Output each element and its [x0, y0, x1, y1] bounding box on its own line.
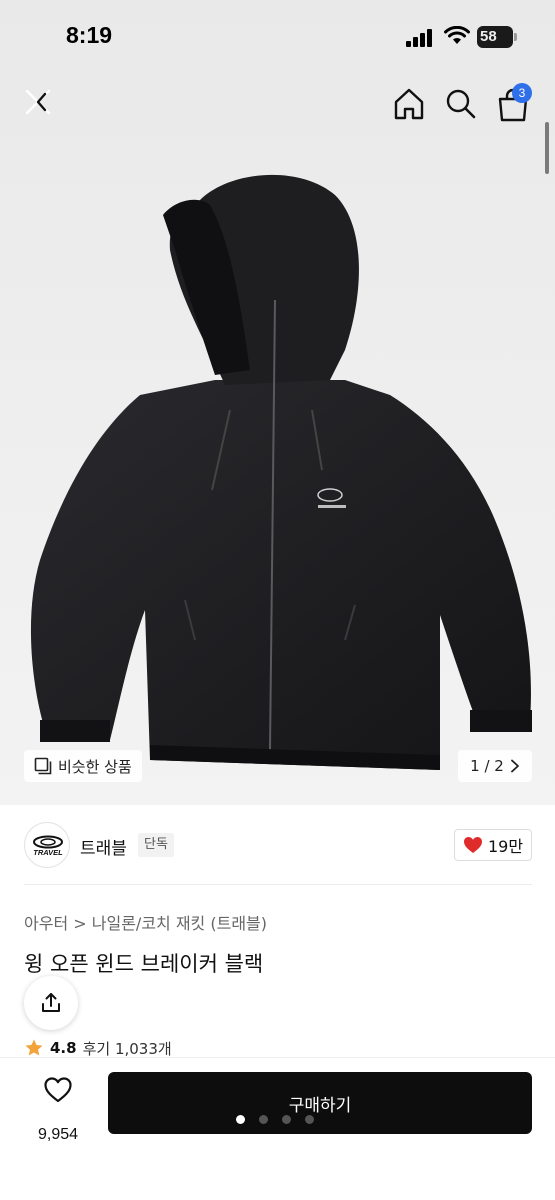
similar-products-label: 비슷한 상품 — [58, 757, 132, 776]
image-page-counter[interactable]: 1 / 2 — [458, 750, 532, 782]
status-bar: 8:19 58 — [0, 0, 555, 75]
breadcrumb-separator-icon: > — [73, 914, 92, 933]
brand-name[interactable]: 트래블 — [80, 834, 127, 859]
close-icon — [25, 89, 51, 115]
divider — [24, 884, 532, 885]
similar-products-button[interactable]: 비슷한 상품 — [24, 750, 142, 782]
share-icon — [42, 993, 60, 1012]
carousel-dot — [259, 1115, 268, 1124]
carousel-dots — [236, 1115, 314, 1124]
status-time: 8:19 — [66, 22, 113, 48]
heart-outline-icon — [44, 1077, 72, 1103]
gallery-icon — [34, 757, 52, 775]
home-icon — [394, 88, 424, 120]
heart-icon — [463, 837, 482, 853]
carousel-dot — [282, 1115, 291, 1124]
breadcrumb-item[interactable]: 아우터 — [24, 914, 68, 933]
brand-like-count: 19만 — [487, 837, 524, 856]
battery-level: 58 — [480, 28, 497, 45]
bottom-action-bar: 9,954 구매하기 — [0, 1057, 555, 1200]
cart-button[interactable]: 3 — [493, 83, 533, 125]
exclusive-tag: 단독 — [138, 833, 174, 857]
battery-indicator: 58 — [477, 26, 517, 48]
carousel-dot — [236, 1115, 245, 1124]
wishlist-count: 9,954 — [37, 1126, 79, 1143]
close-button[interactable] — [18, 82, 58, 122]
brand-logo[interactable]: TRAVEL — [24, 822, 70, 868]
brand-row[interactable]: TRAVEL 트래블 단독 19만 — [24, 822, 532, 870]
signal-icon — [406, 29, 432, 47]
wifi-icon — [444, 26, 470, 44]
buy-button-label: 구매하기 — [288, 1095, 352, 1116]
rating-score: 4.8 — [50, 1039, 77, 1057]
brand-logo-mark: TRAVEL — [33, 835, 63, 857]
chevron-right-icon — [510, 759, 519, 773]
page-counter-text: 1 / 2 — [470, 757, 504, 775]
breadcrumb-item[interactable]: 나일론/코치 재킷 (트래블) — [92, 914, 267, 933]
breadcrumb[interactable]: 아우터 > 나일론/코치 재킷 (트래블) — [24, 910, 267, 934]
brand-like-button[interactable]: 19만 — [454, 829, 532, 861]
star-icon — [25, 1039, 43, 1056]
review-count[interactable]: 후기 1,033개 — [83, 1038, 172, 1058]
search-icon — [446, 89, 476, 119]
rating-row[interactable]: 4.8 후기 1,033개 — [24, 1038, 172, 1058]
home-button[interactable] — [390, 85, 428, 123]
search-button[interactable] — [442, 85, 480, 123]
buy-button[interactable]: 구매하기 — [108, 1072, 532, 1134]
wishlist-button[interactable]: 9,954 — [22, 1074, 94, 1143]
carousel-dot — [305, 1115, 314, 1124]
share-button[interactable] — [24, 976, 78, 1030]
product-title: 윙 오픈 윈드 브레이커 블랙 — [24, 952, 264, 976]
cart-count-badge: 3 — [512, 83, 532, 103]
svg-text:TRAVEL: TRAVEL — [33, 848, 63, 857]
scroll-indicator[interactable] — [545, 122, 549, 174]
